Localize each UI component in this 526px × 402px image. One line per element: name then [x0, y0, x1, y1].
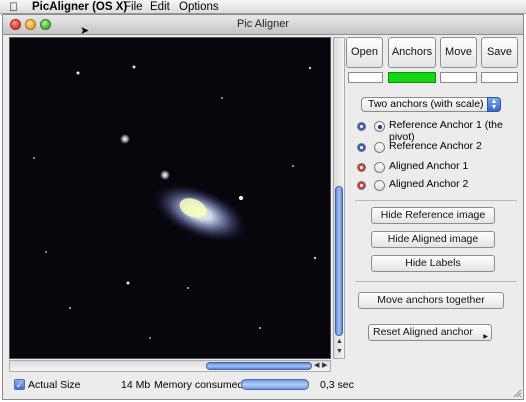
- scroll-down-icon[interactable]: ▼: [336, 348, 343, 356]
- menu-file[interactable]: File: [124, 0, 143, 14]
- actual-size-label: Actual Size: [28, 379, 81, 391]
- save-button[interactable]: Save: [481, 37, 518, 68]
- memory-bar: [241, 379, 309, 390]
- reference-anchor-2-radio[interactable]: [374, 142, 385, 153]
- hide-reference-image-button[interactable]: Hide Reference image: [371, 207, 495, 224]
- horizontal-scrollbar[interactable]: ◀ ▶: [9, 360, 331, 372]
- memory-amount: 14 Mb: [121, 379, 151, 391]
- anchor-row-reference-2[interactable]: Reference Anchor 2: [357, 140, 517, 156]
- resize-grip-icon[interactable]: [512, 388, 522, 398]
- processing-time: 0,3 sec: [320, 379, 354, 391]
- anchor-label: Aligned Anchor 2: [389, 178, 469, 190]
- scroll-right-icon[interactable]: ▶: [322, 362, 327, 370]
- reference-anchor-1-radio[interactable]: [374, 121, 385, 132]
- menu-bar:  PicAligner (OS X) File Edit Options: [0, 0, 526, 14]
- popup-arrow-icon: ▶: [483, 334, 488, 340]
- anchor-row-reference-1[interactable]: Reference Anchor 1 (the pivot): [357, 119, 517, 143]
- menu-edit[interactable]: Edit: [150, 0, 170, 14]
- anchors-button[interactable]: Anchors: [388, 37, 436, 68]
- aligned-anchor-2-dot-icon: [357, 181, 366, 190]
- galaxy-image: [33, 65, 317, 339]
- divider: [355, 281, 517, 282]
- aligned-anchor-2-radio[interactable]: [374, 180, 385, 191]
- anchor-row-aligned-2[interactable]: Aligned Anchor 2: [357, 178, 517, 194]
- horizontal-scroll-thumb[interactable]: [206, 362, 312, 370]
- main-window: Pic Aligner ▲ ▼ ◀ ▶ Open Anchors Move Sa…: [2, 14, 524, 400]
- hide-aligned-image-button[interactable]: Hide Aligned image: [371, 231, 495, 248]
- anchor-label: Reference Anchor 2: [389, 140, 482, 152]
- move-button[interactable]: Move: [440, 37, 477, 68]
- open-button[interactable]: Open: [346, 37, 383, 68]
- aligned-anchor-1-radio[interactable]: [374, 162, 385, 173]
- memory-consumed-label: Memory consumed: [154, 379, 244, 391]
- open-indicator: [348, 72, 383, 83]
- anchors-indicator: [388, 72, 436, 83]
- move-anchors-together-button[interactable]: Move anchors together: [358, 292, 504, 309]
- anchor-mode-value: Two anchors (with scale): [368, 98, 484, 110]
- vertical-scroll-thumb[interactable]: [335, 186, 343, 336]
- anchor-label: Aligned Anchor 1: [389, 160, 469, 172]
- anchor-mode-select[interactable]: Two anchors (with scale) ▲ ▼: [361, 97, 501, 112]
- move-indicator: [440, 72, 477, 83]
- reference-anchor-2-dot-icon: [357, 143, 366, 152]
- apple-menu-icon[interactable]: : [9, 0, 18, 14]
- vertical-scrollbar[interactable]: ▲ ▼: [333, 37, 345, 359]
- actual-size-checkbox[interactable]: ✓: [14, 379, 25, 390]
- menu-options[interactable]: Options: [179, 0, 219, 14]
- scroll-left-icon[interactable]: ◀: [314, 362, 319, 370]
- reset-aligned-anchor-label: Reset Aligned anchor: [373, 326, 473, 338]
- divider: [355, 200, 517, 201]
- save-indicator: [481, 72, 518, 83]
- anchor-row-aligned-1[interactable]: Aligned Anchor 1: [357, 160, 517, 176]
- mouse-cursor-icon: ➤: [80, 25, 90, 37]
- select-arrows-icon: ▲ ▼: [487, 97, 501, 112]
- hide-labels-button[interactable]: Hide Labels: [371, 255, 495, 272]
- app-menu[interactable]: PicAligner (OS X): [32, 0, 127, 14]
- reference-anchor-1-dot-icon: [357, 122, 366, 131]
- image-canvas[interactable]: [9, 37, 331, 359]
- reset-aligned-anchor-button[interactable]: Reset Aligned anchor ▶: [368, 324, 492, 341]
- aligned-anchor-1-dot-icon: [357, 163, 366, 172]
- scroll-up-icon[interactable]: ▲: [336, 338, 343, 346]
